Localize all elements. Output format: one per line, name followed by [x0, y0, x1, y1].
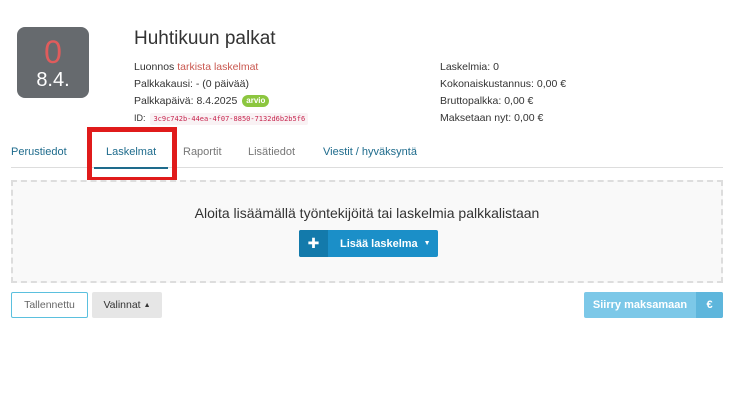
payroll-info-right: Laskelmia: 0 Kokonaiskustannus: 0,00 € B… [440, 59, 566, 127]
go-to-payment-label: Siirry maksamaan [592, 299, 688, 311]
total-cost: Kokonaiskustannus: 0,00 € [440, 78, 567, 90]
estimate-badge: arvio [242, 95, 270, 107]
pay-now: Maksetaan nyt: 0,00 € [440, 112, 544, 124]
id-label: ID: [134, 113, 146, 123]
empty-message: Aloita lisäämällä työntekijöitä tai lask… [194, 205, 540, 221]
empty-calculations-area: Aloita lisäämällä työntekijöitä tai lask… [11, 180, 723, 283]
tab-reports[interactable]: Raportit [183, 140, 222, 168]
payroll-date: 8.4. [36, 69, 70, 91]
options-button[interactable]: Valinnat ▲ [92, 292, 162, 318]
check-calculations-link[interactable]: tarkista laskelmat [177, 61, 258, 73]
highlight-box [87, 127, 177, 182]
payroll-id: 3c9c742b-44ea-4f07-8850-7132d6b2b5f6 [150, 113, 309, 125]
tab-messages-approval[interactable]: Viestit / hyväksyntä [323, 140, 417, 168]
payroll-date-box: 0 8.4. [17, 27, 89, 98]
pay-period: Palkkakausi: - (0 päivää) [134, 78, 249, 90]
status-row: Luonnos tarkista laskelmat [134, 59, 308, 76]
chevron-down-icon: ▼ [423, 240, 431, 247]
status-label: Luonnos [134, 61, 175, 73]
options-label: Valinnat [103, 299, 141, 311]
payroll-info-left: Luonnos tarkista laskelmat Palkkakausi: … [134, 59, 309, 127]
go-to-payment-button[interactable]: Siirry maksamaan € [584, 292, 723, 318]
add-calculation-label: Lisää laskelma [340, 237, 418, 250]
euro-icon: € [696, 292, 723, 318]
gross-salary: Bruttopalkka: 0,00 € [440, 95, 534, 107]
id-row: ID: 3c9c742b-44ea-4f07-8850-7132d6b2b5f6 [134, 110, 309, 127]
tab-additional-info[interactable]: Lisätiedot [248, 140, 295, 168]
add-calculation-button[interactable]: ✚ Lisää laskelma ▼ [299, 230, 438, 257]
page-title: Huhtikuun palkat [134, 28, 276, 49]
payday: Palkkapäivä: 8.4.2025 [134, 95, 238, 107]
tab-basic-info[interactable]: Perustiedot [11, 140, 67, 168]
saved-button[interactable]: Tallennettu [11, 292, 88, 318]
calculation-count: 0 [44, 34, 62, 70]
calculation-count-text: Laskelmia: 0 [440, 61, 499, 73]
caret-up-icon: ▲ [143, 301, 151, 309]
plus-icon: ✚ [299, 230, 328, 257]
payday-row: Palkkapäivä: 8.4.2025 arvio [134, 93, 308, 110]
